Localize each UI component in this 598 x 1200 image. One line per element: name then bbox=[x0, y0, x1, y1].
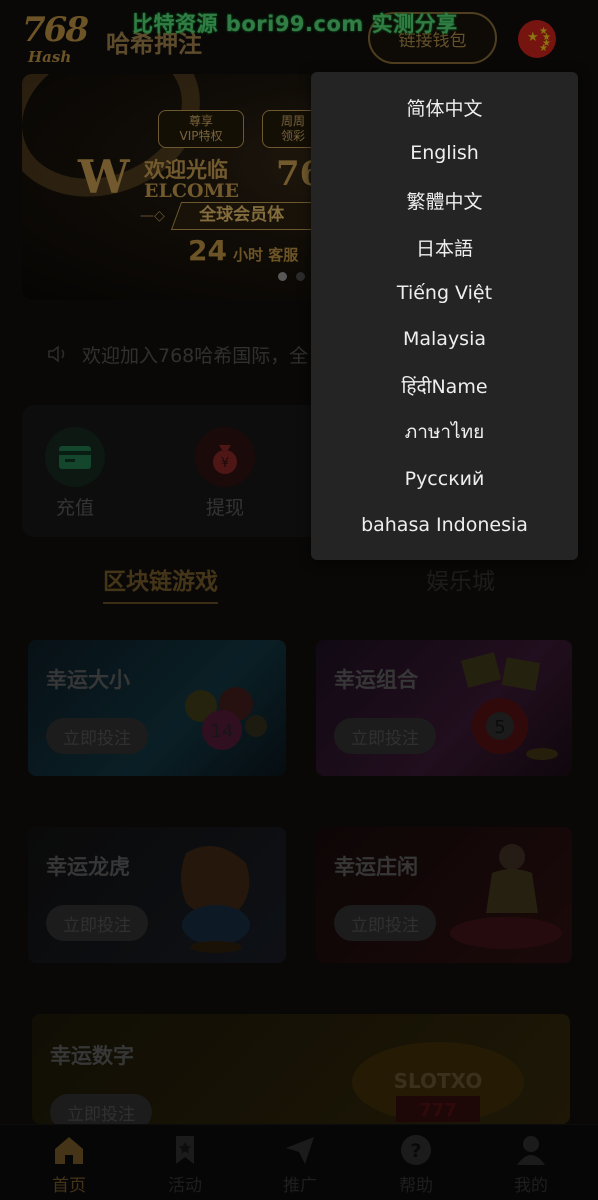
language-option-hi[interactable]: हिंदीName bbox=[311, 363, 578, 409]
language-option-zh-tw[interactable]: 繁體中文 bbox=[311, 177, 578, 223]
language-option-en[interactable]: English bbox=[311, 130, 578, 176]
language-option-th[interactable]: ภาษาไทย bbox=[311, 409, 578, 455]
app-page: 768 Hash 哈希押注 链接钱包 ★ ★ ★ ★ ★ 尊享 VIP特权 周周… bbox=[0, 0, 598, 1200]
language-option-vi[interactable]: Tiếng Việt bbox=[311, 270, 578, 316]
language-option-ru[interactable]: Русский bbox=[311, 456, 578, 502]
language-menu: 简体中文 English 繁體中文 日本語 Tiếng Việt Malaysi… bbox=[311, 72, 578, 560]
language-option-zh-cn[interactable]: 简体中文 bbox=[311, 84, 578, 130]
language-option-ja[interactable]: 日本語 bbox=[311, 224, 578, 270]
language-option-ms[interactable]: Malaysia bbox=[311, 316, 578, 362]
language-option-id[interactable]: bahasa Indonesia bbox=[311, 502, 578, 548]
